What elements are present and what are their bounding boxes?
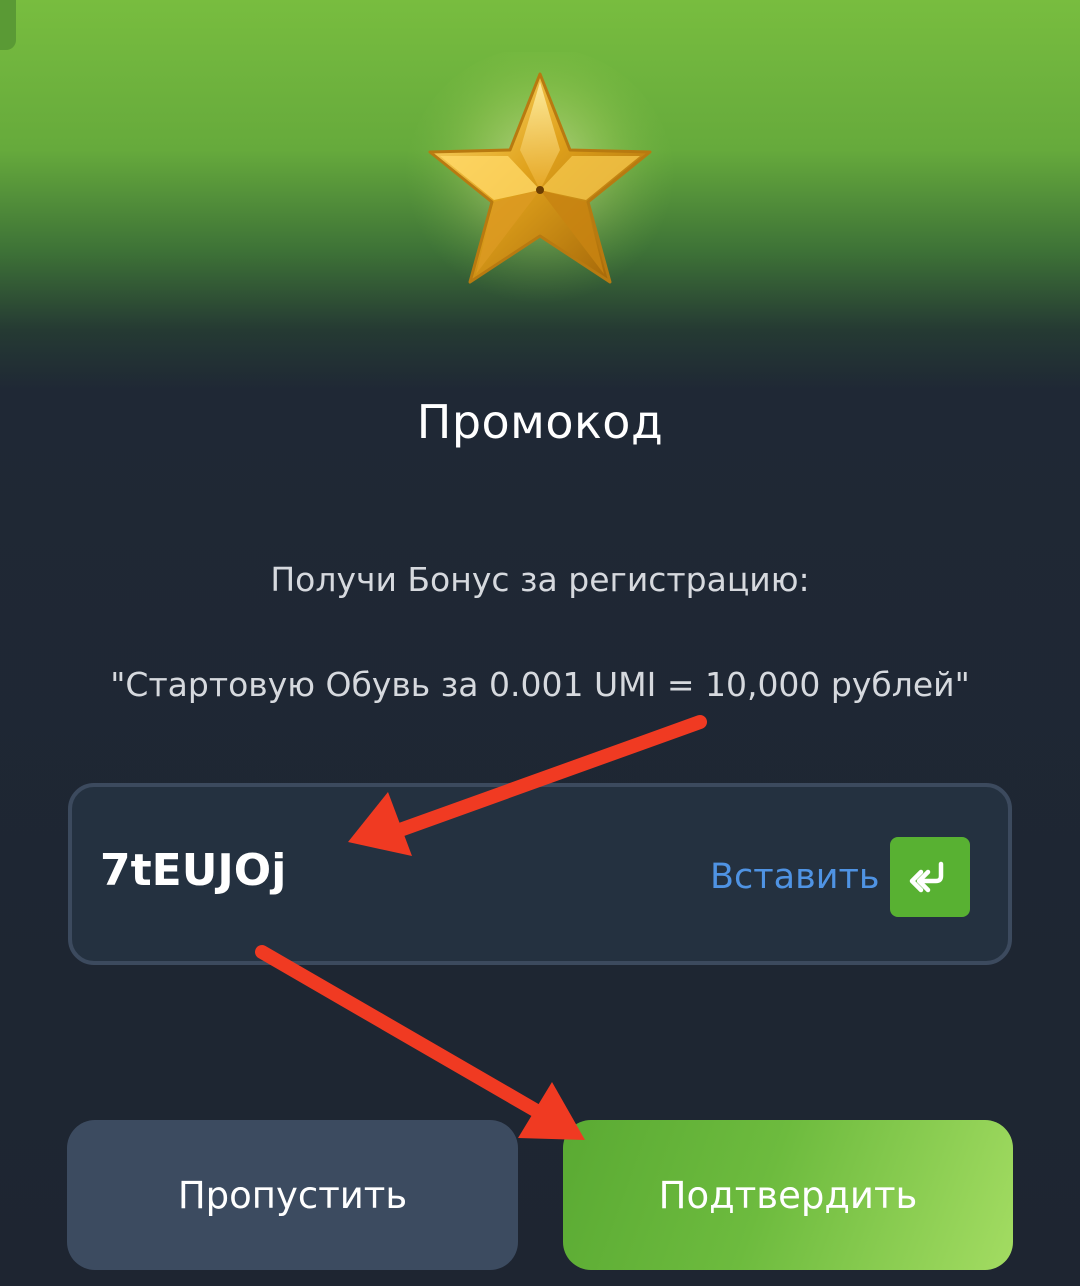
confirm-button[interactable]: Подтвердить — [563, 1120, 1013, 1270]
promo-code-value[interactable]: 7tEUJOj — [100, 845, 286, 896]
red-arrow-to-confirm — [255, 945, 585, 1140]
top-left-edge-tab — [0, 0, 16, 50]
dialog-title: Промокод — [416, 395, 664, 449]
bonus-subtitle: Получи Бонус за регистрацию: — [270, 560, 810, 599]
skip-button[interactable]: Пропустить — [67, 1120, 518, 1270]
paste-link[interactable]: Вставить — [710, 857, 879, 897]
bonus-offer-text: "Стартовую Обувь за 0.001 UMI = 10,000 р… — [110, 665, 970, 704]
gold-star-icon — [400, 52, 680, 322]
promo-code-field[interactable]: 7tEUJOj Вставить — [68, 783, 1012, 965]
double-chevron-enter-icon — [909, 861, 944, 893]
paste-button[interactable] — [890, 837, 970, 917]
